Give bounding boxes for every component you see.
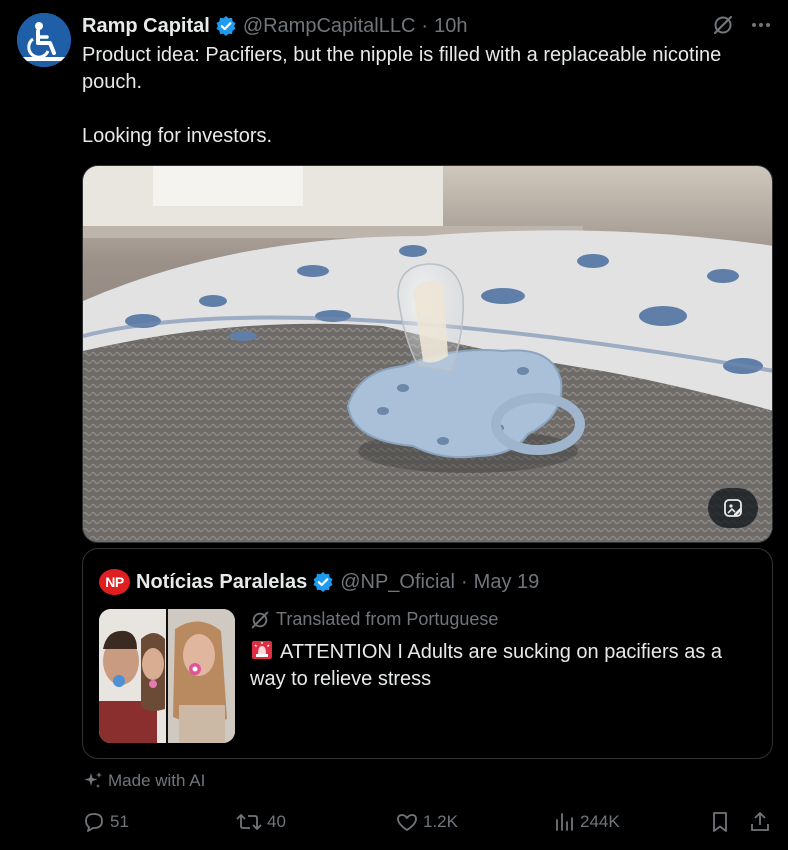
edit-image-button[interactable] (708, 488, 758, 528)
share-icon (751, 812, 769, 831)
reply-button[interactable]: 51 (82, 810, 129, 834)
repost-icon (236, 814, 262, 830)
tweet-text-line-1: Product idea: Pacifiers, but the nipple … (82, 44, 722, 93)
tweet-media-image[interactable] (82, 165, 773, 543)
quoted-tweet[interactable]: NP Notícias Paralelas @NP_Oficial · May … (82, 548, 773, 759)
quoted-author-display-name[interactable]: Notícias Paralelas (136, 571, 307, 594)
like-count: 1.2K (423, 812, 458, 831)
grok-icon[interactable] (712, 14, 734, 36)
translated-label[interactable]: Translated from Portuguese (250, 609, 498, 630)
people-with-pacifiers-photo (99, 609, 235, 743)
verified-badge-icon[interactable] (215, 15, 237, 37)
heart-icon (397, 814, 417, 831)
author-handle[interactable]: @RampCapitalLLC (243, 15, 416, 38)
views-count: 244K (580, 812, 620, 831)
separator-dot: · (461, 570, 468, 593)
separator-dot: · (421, 14, 429, 37)
translated-label-text: Translated from Portuguese (276, 609, 499, 629)
reply-icon (85, 813, 103, 832)
quoted-tweet-header: NP Notícias Paralelas @NP_Oficial · May … (99, 569, 539, 595)
share-button[interactable] (748, 810, 776, 834)
quoted-tweet-text-body: ATTENTION I Adults are sucking on pacifi… (250, 641, 723, 690)
tweet-top-icons (712, 14, 772, 36)
more-icon[interactable] (750, 14, 772, 36)
tweet-text-line-2: Looking for investors. (82, 125, 273, 147)
bookmark-icon (713, 812, 727, 832)
grok-translate-icon (251, 611, 269, 628)
views-button[interactable]: 244K (552, 810, 620, 834)
edit-image-icon (724, 499, 742, 517)
quoted-verified-badge-icon (312, 571, 334, 593)
tweet-text: Product idea: Pacifiers, but the nipple … (82, 42, 772, 150)
made-with-ai-text: Made with AI (108, 771, 206, 790)
quoted-timestamp[interactable]: May 19 (474, 571, 540, 594)
views-icon (556, 813, 573, 831)
siren-emoji-icon (250, 639, 274, 661)
author-display-name[interactable]: Ramp Capital (82, 15, 210, 38)
bookmark-button[interactable] (708, 810, 736, 834)
quoted-tweet-text: ATTENTION I Adults are sucking on pacifi… (250, 639, 750, 693)
sparkle-icon (84, 772, 102, 788)
quoted-author-handle[interactable]: @NP_Oficial (340, 571, 455, 594)
made-with-ai-label[interactable]: Made with AI (82, 770, 205, 792)
like-button[interactable]: 1.2K (395, 810, 458, 834)
reply-count: 51 (110, 812, 129, 831)
quoted-tweet-thumbnail[interactable] (99, 609, 235, 743)
repost-button[interactable]: 40 (235, 810, 286, 834)
tweet-timestamp[interactable]: 10h (434, 15, 467, 38)
tweet-header: Ramp Capital @RampCapitalLLC · 10h (82, 13, 467, 39)
pacifier-photo (83, 166, 772, 542)
wheelchair-icon (17, 13, 71, 67)
repost-count: 40 (267, 812, 286, 831)
author-avatar[interactable] (17, 13, 71, 67)
tweet-action-bar: 51 40 1.2K 244K (82, 810, 776, 836)
quoted-author-avatar[interactable]: NP (99, 569, 130, 595)
